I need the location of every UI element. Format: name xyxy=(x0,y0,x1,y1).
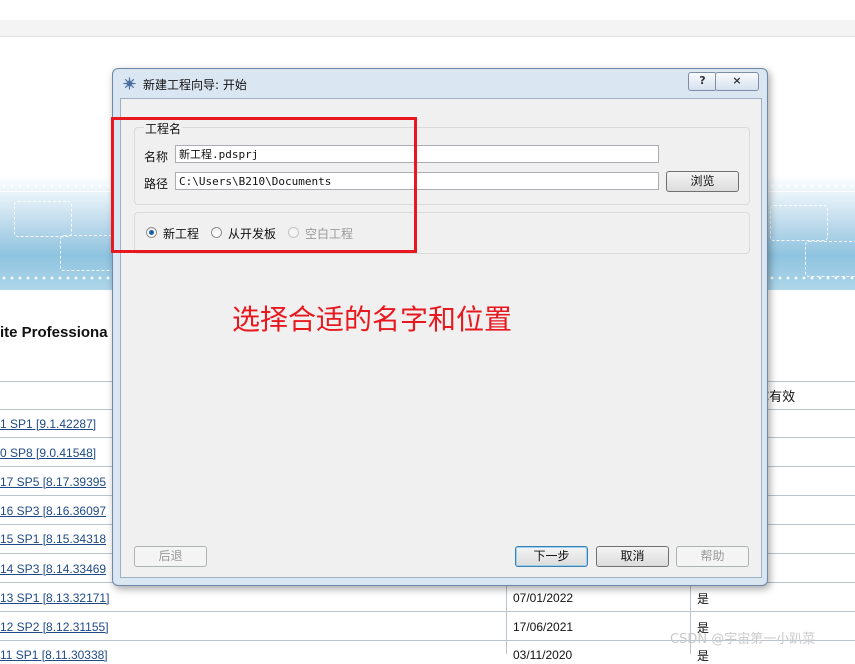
back-button: 后退 xyxy=(134,546,207,567)
version-link[interactable]: 16 SP3 [8.16.36097 xyxy=(0,504,106,518)
release-date-cell: 17/06/2021 xyxy=(513,620,574,634)
release-date-cell: 07/01/2022 xyxy=(513,591,574,605)
browse-button[interactable]: 浏览 xyxy=(666,171,739,192)
app-icon xyxy=(123,77,136,90)
titlebar-help-button[interactable]: ? xyxy=(688,72,717,91)
version-link[interactable]: 11 SP1 [8.11.30338] xyxy=(0,648,108,662)
background-header-strip xyxy=(0,20,855,37)
release-date-cell: 03/11/2020 xyxy=(513,648,573,662)
dialog-title: 新建工程向导: 开始 xyxy=(143,78,247,92)
cancel-button[interactable]: 取消 xyxy=(596,546,669,567)
dialog-titlebar[interactable]: 新建工程向导: 开始 ? × xyxy=(113,69,767,97)
background-product-title: ite Professiona xyxy=(0,324,108,341)
version-link[interactable]: 0 SP8 [9.0.41548] xyxy=(0,446,96,460)
version-link[interactable]: 15 SP1 [8.15.34318 xyxy=(0,532,106,546)
table-line xyxy=(0,611,855,612)
background-top-bar xyxy=(0,0,855,20)
version-link[interactable]: 1 SP1 [9.1.42287] xyxy=(0,417,96,431)
annotation-text: 选择合适的名字和位置 xyxy=(232,303,513,336)
watermark: CSDN @宇宙第一小趴菜 xyxy=(670,632,816,647)
version-link[interactable]: 17 SP5 [8.17.39395 xyxy=(0,475,106,489)
version-link[interactable]: 13 SP1 [8.13.32171] xyxy=(0,591,109,605)
version-link[interactable]: 14 SP3 [8.14.33469 xyxy=(0,562,106,576)
valid-cell: 是 xyxy=(697,592,710,606)
annotation-highlight-box xyxy=(111,117,417,253)
valid-cell: 是 xyxy=(697,649,710,663)
next-button[interactable]: 下一步 xyxy=(515,546,588,567)
titlebar-close-button[interactable]: × xyxy=(715,72,759,91)
help-button: 帮助 xyxy=(676,546,749,567)
version-link[interactable]: 12 SP2 [8.12.31155] xyxy=(0,620,109,634)
